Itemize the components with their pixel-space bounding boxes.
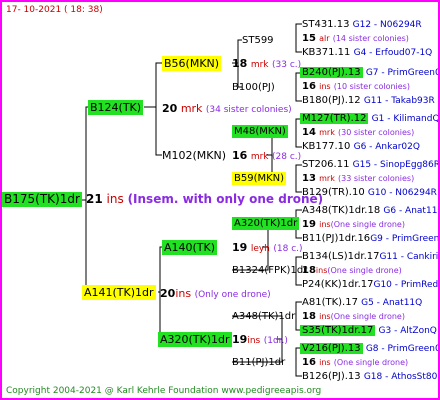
g2-c-info: 19 leyh (18 c.) — [232, 241, 303, 254]
g2-a-queen[interactable]: B56(MKN) — [162, 56, 222, 71]
g4-row[interactable]: ST431.13 G12 - N06294R — [302, 18, 422, 31]
g4-row: 18 ins(One single drone) — [302, 311, 405, 322]
g4-row[interactable]: M127(TR).12 G1 - KilimandQ — [300, 112, 438, 125]
g3-h-queen[interactable]: B11(PJ)1dr — [232, 356, 285, 369]
g4-row[interactable]: ST206.11 G15 - SinopEgg86R — [302, 158, 438, 171]
sire-info: 20 mrk (34 sister colonies) — [162, 102, 292, 115]
g2-b-info: 16 mrk (28 c.) — [232, 149, 302, 162]
root-info: 21 ins (Insem. with only one drone) — [86, 192, 324, 206]
g4-row[interactable]: B11(PJ)1dr.16G9 - PrimGreen00 — [302, 232, 438, 245]
g4-row: 16 ins (10 sister colonies) — [302, 81, 410, 92]
g4-row: 18ins(One single drone) — [302, 265, 402, 276]
g4-row[interactable]: A81(TK).17 G5 - Anat11Q — [302, 296, 422, 309]
g2-a-info: 18 mrk (33 c.) — [232, 57, 302, 70]
g4-row[interactable]: B126(PJ).13 G18 - AthosSt80R — [302, 370, 438, 383]
g2-d-queen[interactable]: A320(TK)1dr — [158, 332, 232, 347]
g4-row[interactable]: V216(PJ).13 G8 - PrimGreen00 — [300, 342, 438, 355]
g3-b-queen[interactable]: B100(PJ) — [232, 81, 275, 94]
g4-row[interactable]: KB371.11 G4 - Erfoud07-1Q — [302, 46, 432, 59]
g2-b-queen[interactable]: M102(MKN) — [160, 148, 228, 163]
root-queen[interactable]: B175(TK)1dr — [2, 192, 82, 207]
g3-c-queen[interactable]: M48(MKN) — [232, 125, 288, 138]
g2-c-queen[interactable]: A140(TK) — [162, 240, 218, 255]
site-link[interactable]: www.pedigreeapis.org — [221, 386, 321, 396]
sire-queen[interactable]: B124(TK) — [88, 100, 144, 115]
g4-row[interactable]: B180(PJ).12 G11 - Takab93R — [302, 94, 435, 107]
g4-row: 19 ins(One single drone) — [302, 219, 405, 230]
g2-d-info: 19ins (1dr.) — [232, 333, 288, 346]
g4-row[interactable]: A348(TK)1dr.18 G6 - Anat11Q — [302, 204, 438, 217]
g4-row[interactable]: B240(PJ).13 G7 - PrimGreen00 — [300, 66, 438, 79]
dam-queen[interactable]: A141(TK)1dr — [82, 285, 156, 300]
g3-e-queen[interactable]: A320(TK)1dr — [232, 217, 300, 230]
g4-row: 14 mrk (30 sister colonies) — [302, 127, 415, 138]
pedigree-chart: { "header": {"date": "17- 10-2021 ( 18: … — [0, 0, 440, 400]
g4-row[interactable]: P24(KK)1dr.17G10 - PrimRed01 — [302, 278, 438, 291]
g4-row[interactable]: S35(TK)1dr.17 G3 - AltZonQ — [300, 324, 437, 337]
g3-f-queen[interactable]: B1324(FPK)1dr — [232, 264, 307, 277]
dam-info: 20ins (Only one drone) — [160, 287, 271, 300]
g4-row[interactable]: B134(LS)1dr.17G11 - Cankiri97Q — [302, 250, 438, 263]
g3-g-queen[interactable]: A348(TK)1dr — [232, 310, 295, 323]
date-label: 17- 10-2021 ( 18: 38) — [6, 5, 103, 15]
g3-a-queen[interactable]: ST599 — [242, 34, 274, 47]
g4-row[interactable]: KB177.10 G6 - Ankar02Q — [302, 140, 420, 153]
g4-row: 13 mrk (33 sister colonies) — [302, 173, 415, 184]
g4-row[interactable]: B129(TR).10 G10 - N06294R — [302, 186, 437, 199]
g3-d-queen[interactable]: B59(MKN) — [232, 172, 287, 185]
g4-row: 15 alr (14 sister colonies) — [302, 33, 409, 44]
copyright-label: Copyright 2004-2021 @ Karl Kehrle Founda… — [6, 386, 322, 396]
g4-row: 16 ins (One single drone) — [302, 357, 409, 368]
